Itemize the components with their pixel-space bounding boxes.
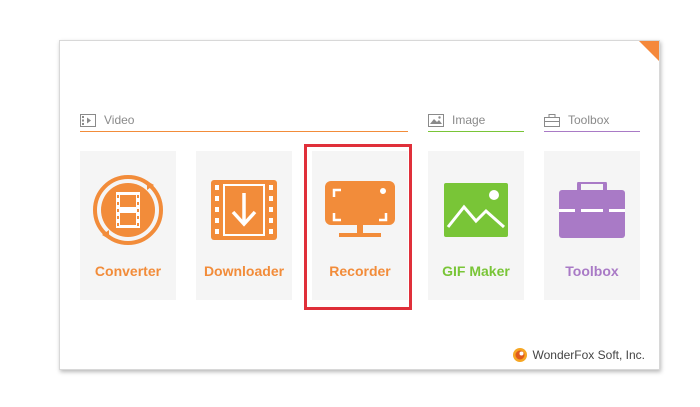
main-window: Video Image Toolbox Converter Downloader… xyxy=(59,40,660,370)
downloader-tile[interactable]: Downloader xyxy=(196,151,292,300)
recorder-highlight-box xyxy=(304,144,412,310)
section-line-image xyxy=(428,131,524,132)
brand-footer: WonderFox Soft, Inc. xyxy=(512,347,646,363)
brand-text: WonderFox Soft, Inc. xyxy=(532,348,646,362)
section-header-image: Image xyxy=(428,109,485,131)
section-label-image: Image xyxy=(452,113,486,127)
section-line-video xyxy=(80,131,408,132)
corner-ribbon xyxy=(639,41,659,61)
converter-film-icon xyxy=(93,175,163,245)
gif-maker-tile[interactable]: GIF Maker xyxy=(428,151,524,300)
download-arrow-icon xyxy=(211,180,277,240)
wonderfox-logo-icon xyxy=(512,348,527,362)
toolbox-case-icon xyxy=(559,182,625,238)
section-header-toolbox: Toolbox xyxy=(544,109,609,131)
video-film-icon xyxy=(80,113,96,127)
section-header-video: Video xyxy=(80,109,134,131)
downloader-label: Downloader xyxy=(203,263,285,279)
landscape-picture-icon xyxy=(444,183,508,237)
section-label-toolbox: Toolbox xyxy=(568,113,610,127)
toolbox-tile[interactable]: Toolbox xyxy=(544,151,640,300)
gif-maker-label: GIF Maker xyxy=(442,263,510,279)
image-icon xyxy=(428,113,444,127)
section-label-video: Video xyxy=(104,113,135,127)
converter-tile[interactable]: Converter xyxy=(80,151,176,300)
toolbox-label: Toolbox xyxy=(565,263,619,279)
converter-label: Converter xyxy=(94,263,162,279)
section-line-toolbox xyxy=(544,131,640,132)
toolbox-small-icon xyxy=(544,113,560,127)
